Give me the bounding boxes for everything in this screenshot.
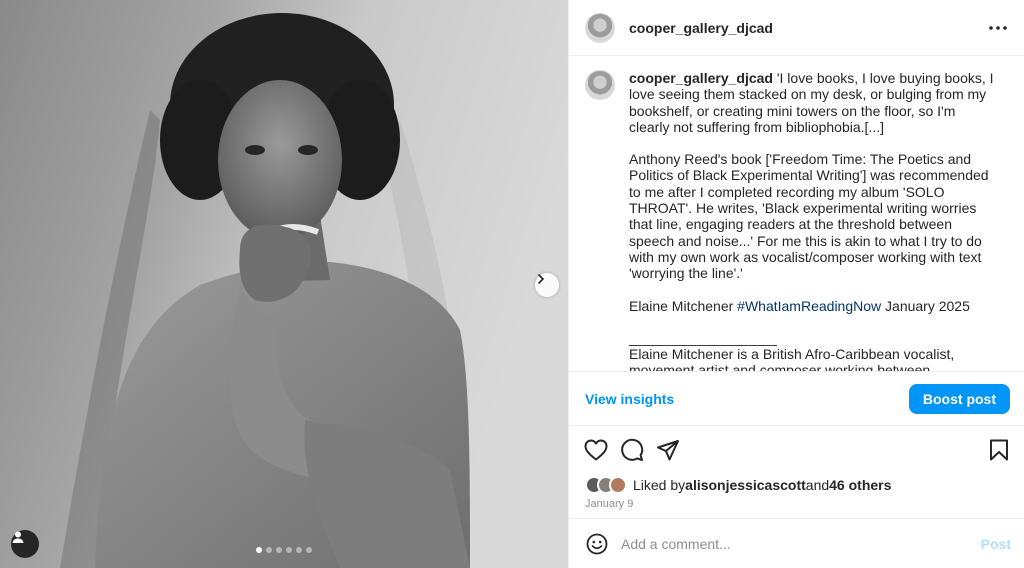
caption-paragraph-4: Elaine Mitchener is a British Afro-Carib… [629,346,955,372]
caption-paragraph-3-end: January 2025 [881,297,970,314]
tag-user-icon [12,531,24,543]
like-button[interactable] [583,437,609,463]
caption-text: cooper_gallery_djcad 'I love books, I lo… [629,70,999,371]
carousel-dot [266,547,272,553]
account-username[interactable]: cooper_gallery_djcad [629,20,773,36]
chevron-right-icon [538,274,545,284]
post-actions [569,426,1024,474]
liker-avatars[interactable] [585,476,627,494]
comment-box: Post [569,518,1024,568]
emoji-icon [586,533,608,554]
carousel-dot [276,547,282,553]
likes-others-link[interactable]: 46 others [829,477,891,493]
share-icon [657,440,679,461]
account-avatar[interactable] [585,12,615,43]
liker-avatar [609,476,627,494]
comment-icon [621,438,644,461]
likes-prefix: Liked by [633,477,686,493]
hashtag-link[interactable]: #WhatIamReadingNow [737,298,881,314]
share-button[interactable] [655,437,681,463]
caption-divider: ___________________ [629,329,777,346]
liker-username[interactable]: alisonjessicascott [685,477,806,493]
caption-paragraph-3-start: Elaine Mitchener [629,297,738,314]
carousel-dot [306,547,312,553]
post-date: January 9 [585,498,634,510]
caption-section: cooper_gallery_djcad 'I love books, I lo… [569,56,1024,372]
carousel-dot [256,547,262,553]
caption-paragraph-2: Anthony Reed's book ['Freedom Time: The … [629,151,989,282]
view-insights-link[interactable]: View insights [585,391,674,407]
post-comment-button[interactable]: Post [981,536,1011,552]
heart-icon [584,439,608,461]
comment-input[interactable] [621,535,951,552]
carousel-dot [286,547,292,553]
more-options-button[interactable] [986,16,1010,40]
tagged-users-button[interactable] [11,530,39,558]
emoji-button[interactable] [585,532,609,556]
carousel-indicator [0,547,568,553]
post-details-panel: cooper_gallery_djcad cooper_gallery_djca… [568,0,1024,568]
carousel-dot [296,547,302,553]
save-button[interactable] [986,437,1012,463]
post-photo [0,0,568,568]
post-header: cooper_gallery_djcad [569,0,1024,56]
boost-post-button[interactable]: Boost post [908,383,1010,414]
likes-middle: and [805,477,830,493]
likes-summary: Liked by alisonjessicascott and 46 other… [569,474,1024,496]
caption-username[interactable]: cooper_gallery_djcad [629,70,773,86]
comment-button[interactable] [619,437,645,463]
more-options-icon [989,25,1007,30]
insights-row: View insights Boost post [569,372,1024,426]
caption-avatar[interactable] [585,70,615,100]
next-slide-button[interactable] [535,273,559,297]
bookmark-icon [990,439,1008,461]
post-media [0,0,568,568]
